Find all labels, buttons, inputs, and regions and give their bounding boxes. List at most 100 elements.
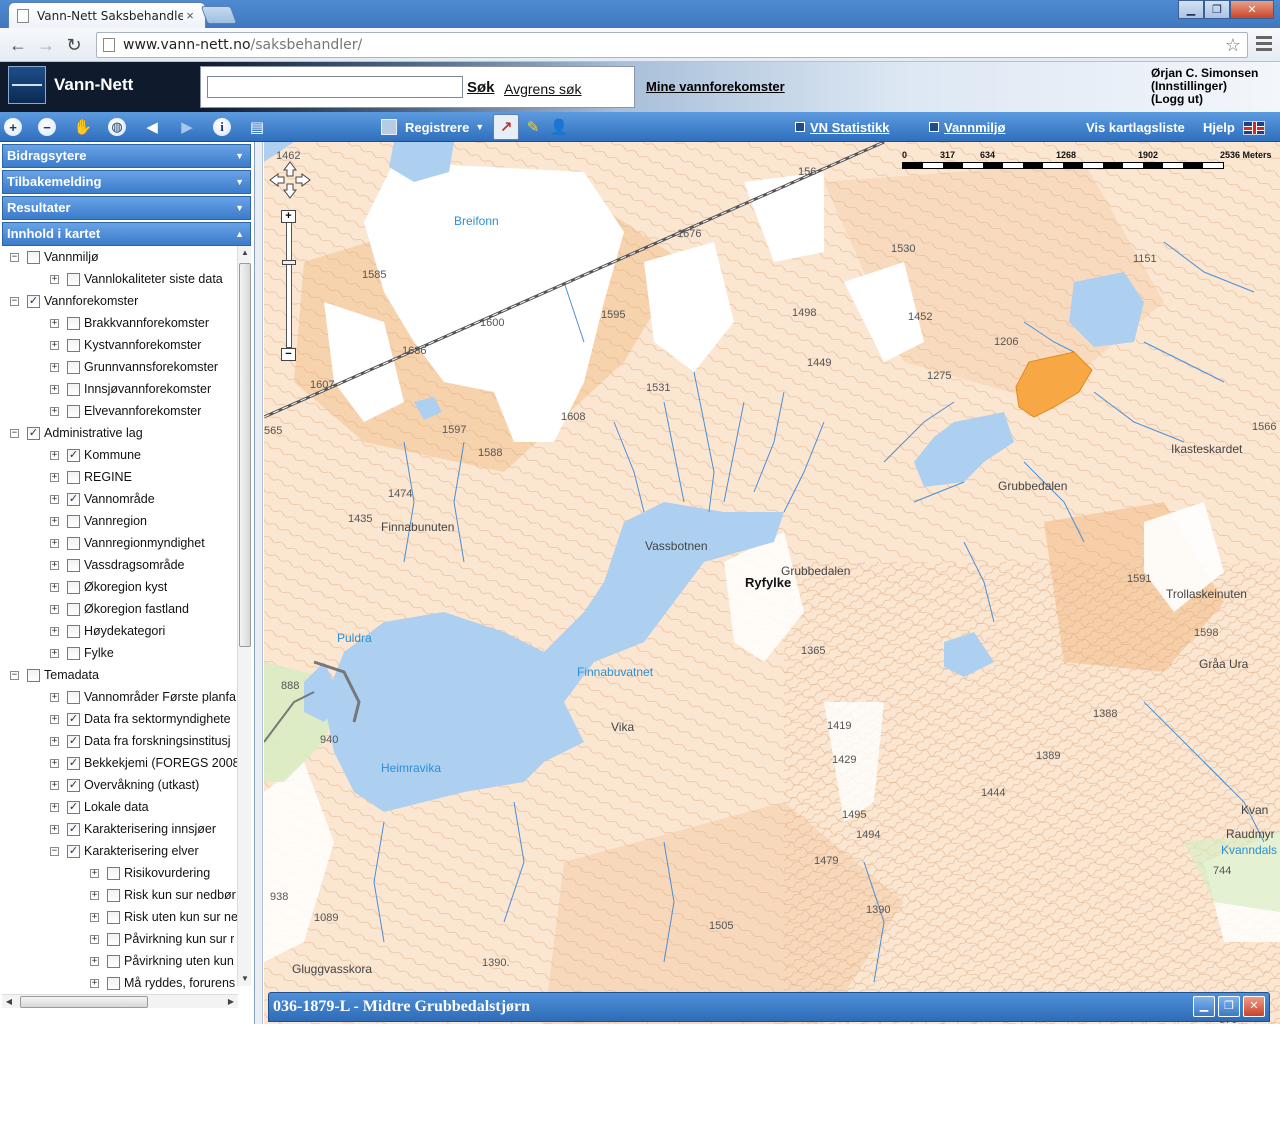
tree-item[interactable]: + REGINE (2, 466, 238, 488)
pan-hand-icon[interactable]: ✋ (72, 116, 94, 138)
scroll-left-icon[interactable]: ◀ (2, 995, 16, 1009)
layer-checkbox[interactable]: ✓ (27, 426, 40, 440)
new-tab-button[interactable] (200, 6, 238, 24)
tree-item[interactable]: + ✓ Data fra forskningsinstitusj (2, 730, 238, 752)
maximize-button[interactable]: ❐ (1204, 0, 1230, 19)
tree-item[interactable]: + Vannregionmyndighet (2, 532, 238, 554)
minimize-icon[interactable]: ▁ (1193, 996, 1215, 1017)
tree-item[interactable]: + Høydekategori (2, 620, 238, 642)
vn-statistikk-link[interactable]: VN Statistikk (795, 120, 889, 135)
tree-item[interactable]: + Brakkvannforekomster (2, 312, 238, 334)
expand-icon[interactable]: + (50, 406, 59, 416)
tree-item[interactable]: − ✓ Administrative lag (2, 422, 238, 444)
zoom-out-button[interactable]: − (281, 348, 296, 361)
tree-item[interactable]: + ✓ Data fra sektormyndighete (2, 708, 238, 730)
scroll-up-icon[interactable]: ▲ (238, 246, 252, 260)
zoom-in-icon[interactable]: + (4, 118, 22, 136)
zoom-out-icon[interactable]: − (38, 118, 56, 136)
layer-checkbox[interactable] (67, 404, 80, 418)
layer-checkbox[interactable] (67, 624, 80, 638)
scroll-thumb[interactable] (239, 263, 251, 647)
expand-icon[interactable]: + (50, 494, 59, 504)
tree-item[interactable]: − Temadata (2, 664, 238, 686)
expand-icon[interactable]: + (50, 802, 59, 812)
tree-item[interactable]: + ✓ Lokale data (2, 796, 238, 818)
layer-checkbox[interactable] (67, 470, 80, 484)
previous-extent-icon[interactable]: ◀ (141, 116, 163, 138)
tree-item[interactable]: + Økoregion kyst (2, 576, 238, 598)
expand-icon[interactable]: + (50, 824, 59, 834)
expand-icon[interactable]: + (50, 736, 59, 746)
layer-checkbox[interactable] (67, 382, 80, 396)
tree-item[interactable]: − Vannmiljø (2, 246, 238, 268)
tree-item[interactable]: + Fylke (2, 642, 238, 664)
tree-item[interactable]: + Vassdragsområde (2, 554, 238, 576)
tree-item[interactable]: + Elvevannforekomster (2, 400, 238, 422)
tree-item[interactable]: + Risk uten kun sur ne (2, 906, 238, 928)
layer-checkbox[interactable]: ✓ (67, 822, 80, 836)
tree-item[interactable]: + Må ryddes, forurens (2, 972, 238, 994)
scroll-right-icon[interactable]: ▶ (224, 995, 238, 1009)
expand-icon[interactable]: + (50, 538, 59, 548)
bookmark-star-icon[interactable]: ☆ (1225, 35, 1241, 56)
layer-checkbox[interactable] (67, 536, 80, 550)
expand-icon[interactable]: + (50, 560, 59, 570)
my-waterbodies-link[interactable]: Mine vannforekomster (646, 79, 785, 94)
tree-vertical-scrollbar[interactable]: ▲ ▼ (237, 246, 251, 986)
tree-item[interactable]: + Vannlokaliteter siste data (2, 268, 238, 290)
layer-checkbox[interactable] (67, 338, 80, 352)
collapse-icon[interactable]: − (10, 296, 19, 306)
layer-checkbox[interactable] (67, 514, 80, 528)
zoom-track[interactable] (286, 222, 292, 348)
layer-checkbox[interactable]: ✓ (67, 492, 80, 506)
tree-item[interactable]: + Risk kun sur nedbør (2, 884, 238, 906)
panel-header-tilbakemelding[interactable]: Tilbakemelding ▼ (2, 170, 251, 194)
collapse-icon[interactable]: − (10, 252, 19, 262)
full-extent-globe-icon[interactable]: ◍ (108, 118, 126, 136)
expand-icon[interactable]: + (50, 648, 59, 658)
collapse-icon[interactable]: − (50, 846, 59, 856)
info-icon[interactable]: i (213, 118, 231, 136)
layer-checkbox[interactable] (67, 646, 80, 660)
tree-horizontal-scrollbar[interactable]: ◀ ▶ (2, 994, 238, 1008)
expand-icon[interactable]: + (50, 362, 59, 372)
layer-checkbox[interactable]: ✓ (67, 844, 80, 858)
layer-checkbox[interactable] (107, 866, 120, 880)
tree-item[interactable]: + Innsjøvannforekomster (2, 378, 238, 400)
expand-icon[interactable]: + (90, 956, 99, 966)
expand-icon[interactable]: + (50, 780, 59, 790)
expand-icon[interactable]: + (50, 604, 59, 614)
reload-button[interactable]: ↻ (62, 34, 86, 56)
collapse-icon[interactable]: − (10, 428, 19, 438)
layer-checkbox[interactable] (67, 602, 80, 616)
tree-item[interactable]: + ✓ Vannområde (2, 488, 238, 510)
layer-checkbox[interactable]: ✓ (67, 800, 80, 814)
tree-item[interactable]: + ✓ Overvåkning (utkast) (2, 774, 238, 796)
expand-icon[interactable]: + (50, 582, 59, 592)
english-flag-icon[interactable] (1243, 121, 1265, 135)
layer-checkbox[interactable] (67, 316, 80, 330)
scroll-thumb[interactable] (20, 996, 148, 1008)
zoom-in-button[interactable]: + (281, 210, 296, 223)
expand-icon[interactable]: + (90, 934, 99, 944)
tree-item[interactable]: + Vannområder Første planfa (2, 686, 238, 708)
tree-item[interactable]: + Påvirkning kun sur r (2, 928, 238, 950)
tree-item[interactable]: + ✓ Kommune (2, 444, 238, 466)
search-input[interactable] (207, 76, 463, 98)
expand-icon[interactable]: + (50, 384, 59, 394)
layer-checkbox[interactable] (107, 888, 120, 902)
layer-checkbox[interactable] (67, 558, 80, 572)
tree-item[interactable]: + Kystvannforekomster (2, 334, 238, 356)
layer-checkbox[interactable] (67, 580, 80, 594)
tree-item[interactable]: − ✓ Vannforekomster (2, 290, 238, 312)
layer-checkbox[interactable]: ✓ (67, 712, 80, 726)
address-bar[interactable]: www.vann-nett.no/saksbehandler/ ☆ (96, 32, 1248, 58)
panel-header-bidragsytere[interactable]: Bidragsytere ▼ (2, 144, 251, 168)
layer-list-link[interactable]: Vis kartlagsliste (1086, 120, 1185, 135)
refine-search-link[interactable]: Avgrens søk (504, 81, 582, 97)
expand-icon[interactable]: + (90, 890, 99, 900)
layer-checkbox[interactable] (107, 954, 120, 968)
layer-checkbox[interactable] (67, 360, 80, 374)
logout-link[interactable]: (Logg ut) (1151, 93, 1258, 106)
pan-control[interactable] (268, 160, 312, 200)
